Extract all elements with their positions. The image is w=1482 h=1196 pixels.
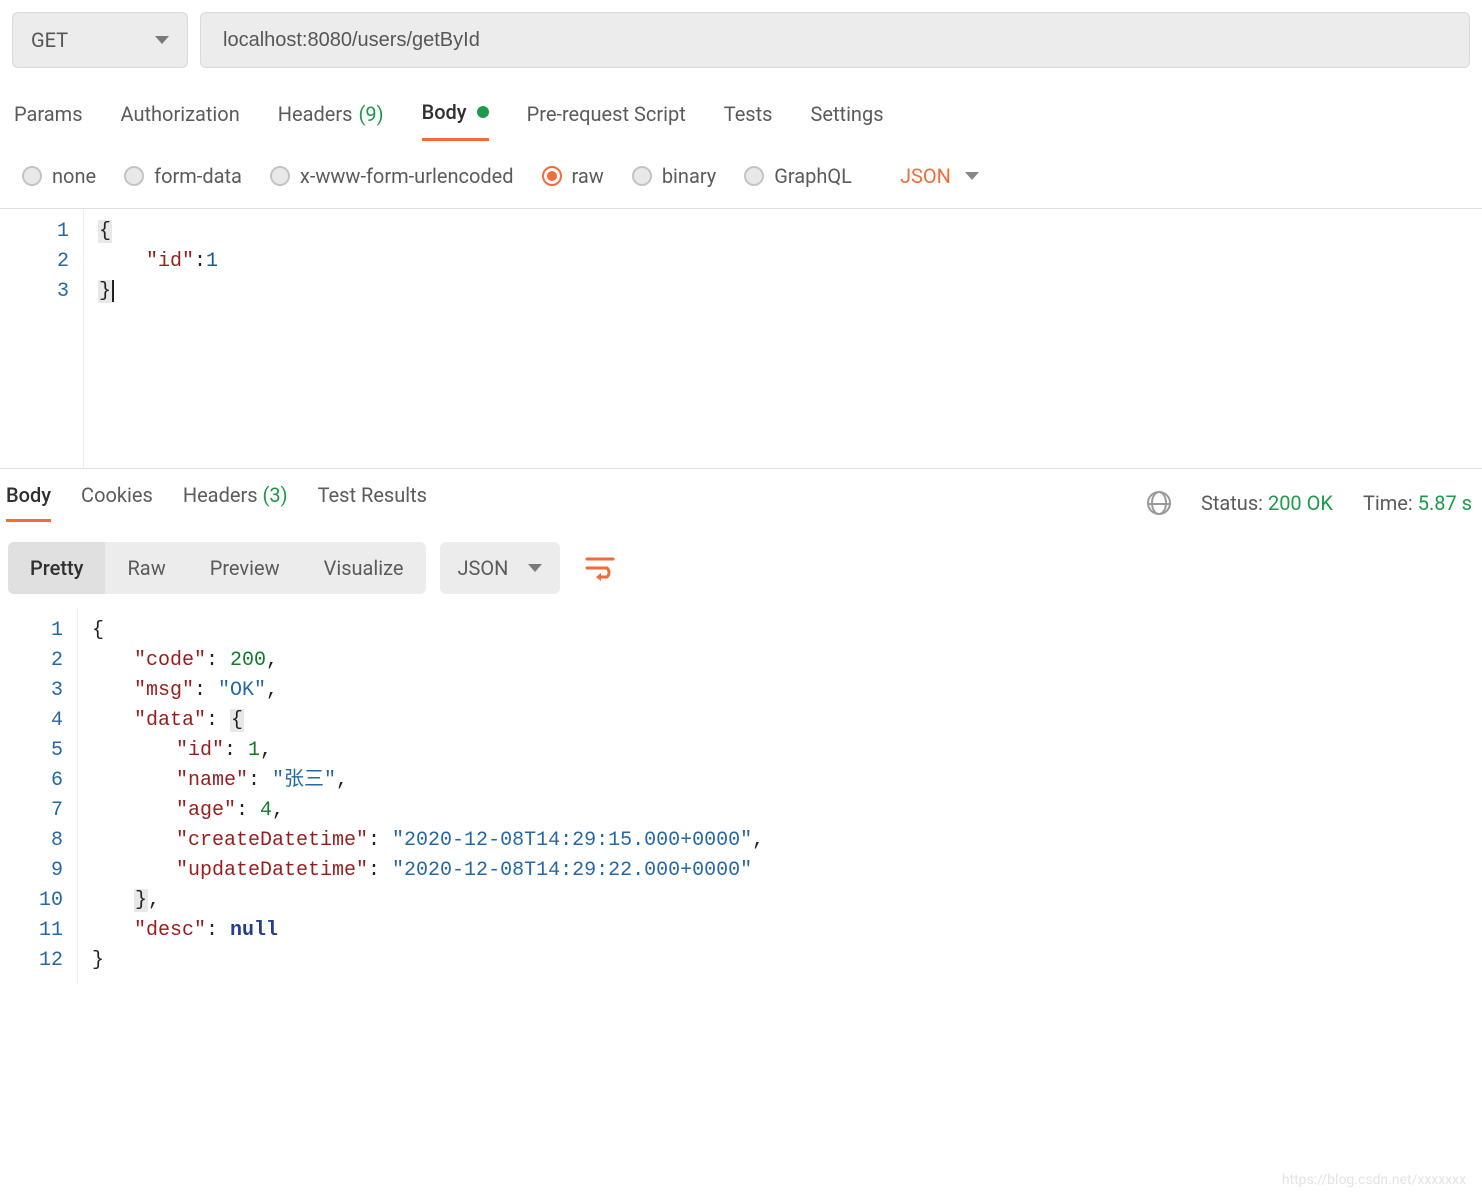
tab-authorization[interactable]: Authorization: [121, 100, 240, 141]
http-method-value: GET: [31, 28, 68, 52]
headers-count-badge: (3): [263, 483, 288, 507]
body-type-row: none form-data x-www-form-urlencoded raw…: [0, 142, 1482, 202]
bodytype-urlencoded[interactable]: x-www-form-urlencoded: [270, 164, 514, 188]
radio-icon: [744, 166, 764, 186]
response-body-editor[interactable]: 1 2 3 4 5 6 7 8 9 10 11 12 { "code": 200…: [0, 608, 1482, 984]
tab-prerequest[interactable]: Pre-request Script: [527, 100, 686, 141]
request-tabs: Params Authorization Headers (9) Body Pr…: [0, 72, 1482, 142]
wrap-icon: [585, 555, 615, 581]
code-area[interactable]: { "code": 200, "msg": "OK", "data": { "i…: [78, 608, 778, 984]
radio-icon: [632, 166, 652, 186]
tab-body[interactable]: Body: [422, 100, 489, 141]
resptab-testresults[interactable]: Test Results: [318, 483, 427, 522]
chevron-down-icon: [528, 564, 542, 572]
radio-icon: [270, 166, 290, 186]
request-body-editor[interactable]: 1 2 3 { "id":1 }: [0, 208, 1482, 468]
tab-tests[interactable]: Tests: [724, 100, 773, 141]
bodytype-raw[interactable]: raw: [542, 164, 604, 188]
response-controls: Pretty Raw Preview Visualize JSON: [0, 522, 1482, 608]
view-preview[interactable]: Preview: [188, 542, 302, 594]
bodytype-graphql[interactable]: GraphQL: [744, 164, 852, 188]
line-gutter: 1 2 3 4 5 6 7 8 9 10 11 12: [0, 608, 78, 984]
globe-icon[interactable]: [1147, 491, 1171, 515]
headers-count-badge: (9): [359, 102, 384, 126]
tab-headers[interactable]: Headers (9): [278, 100, 384, 141]
watermark: https://blog.csdn.net/xxxxxxx: [1282, 1172, 1466, 1188]
body-format-select[interactable]: JSON: [900, 164, 979, 188]
radio-icon: [124, 166, 144, 186]
bodytype-formdata[interactable]: form-data: [124, 164, 242, 188]
radio-checked-icon: [542, 166, 562, 186]
body-indicator-dot: [477, 106, 489, 118]
time-label: Time:: [1363, 491, 1413, 515]
bodytype-binary[interactable]: binary: [632, 164, 716, 188]
cursor-icon: [112, 280, 114, 302]
wrap-lines-button[interactable]: [574, 542, 626, 594]
time-value: 5.87 s: [1418, 491, 1472, 515]
http-method-select[interactable]: GET: [12, 12, 188, 68]
view-pretty[interactable]: Pretty: [8, 542, 105, 594]
chevron-down-icon: [155, 36, 169, 44]
tab-settings[interactable]: Settings: [811, 100, 884, 141]
response-meta: Status: 200 OK Time: 5.87 s: [1147, 491, 1478, 515]
line-gutter: 1 2 3: [0, 209, 84, 468]
response-tabs: Body Cookies Headers (3) Test Results: [4, 483, 427, 522]
resptab-headers[interactable]: Headers (3): [183, 483, 288, 522]
view-mode-group: Pretty Raw Preview Visualize: [8, 542, 426, 594]
resptab-body[interactable]: Body: [6, 483, 51, 522]
status-value: 200 OK: [1268, 491, 1333, 515]
radio-icon: [22, 166, 42, 186]
url-input[interactable]: [200, 12, 1470, 68]
resptab-cookies[interactable]: Cookies: [81, 483, 153, 522]
status-label: Status:: [1201, 491, 1263, 515]
code-area[interactable]: { "id":1 }: [84, 209, 232, 468]
chevron-down-icon: [965, 172, 979, 180]
tab-params[interactable]: Params: [14, 100, 83, 141]
response-header: Body Cookies Headers (3) Test Results St…: [0, 468, 1482, 522]
view-raw[interactable]: Raw: [105, 542, 187, 594]
bodytype-none[interactable]: none: [22, 164, 96, 188]
response-format-select[interactable]: JSON: [440, 542, 561, 594]
view-visualize[interactable]: Visualize: [302, 542, 426, 594]
